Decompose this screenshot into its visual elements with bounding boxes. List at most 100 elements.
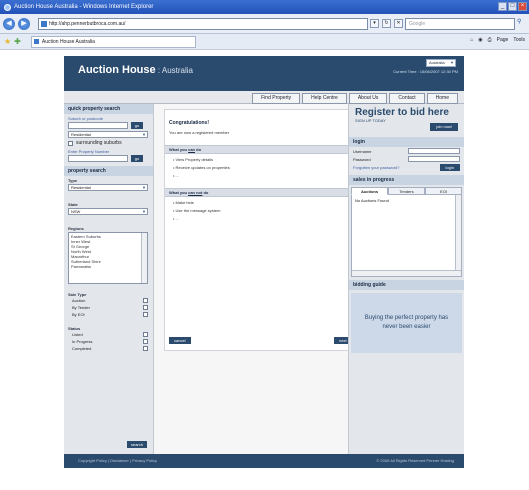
sale-type-auction-checkbox[interactable] bbox=[143, 298, 148, 303]
nav-about-us[interactable]: About Us bbox=[348, 93, 388, 104]
register-title[interactable]: Register to bid here bbox=[349, 104, 464, 118]
logo-region: Australia bbox=[161, 66, 193, 75]
nav-contact[interactable]: Contact bbox=[389, 93, 425, 104]
type-select[interactable]: Residential bbox=[68, 184, 148, 191]
sale-type-tender-label: By Tender bbox=[72, 305, 90, 310]
can-item: View Property details bbox=[165, 154, 357, 162]
stop-icon[interactable]: ✕ bbox=[394, 19, 403, 28]
suburb-label: Suburb or postcode bbox=[68, 116, 103, 121]
can-item: Receive updates on properties bbox=[165, 162, 357, 170]
home-icon[interactable]: ⌂ bbox=[470, 37, 473, 43]
login-button[interactable]: login bbox=[439, 164, 460, 171]
minimize-button[interactable]: _ bbox=[498, 2, 507, 11]
cancel-button[interactable]: cancel bbox=[169, 337, 191, 344]
browser-search-input[interactable]: Google bbox=[405, 18, 515, 30]
bidding-guide-heading: bidding guide bbox=[349, 280, 464, 290]
tools-menu[interactable]: Tools bbox=[513, 37, 525, 43]
nav-find-property[interactable]: Find Property bbox=[252, 93, 301, 104]
sales-list: No Auctions Found bbox=[351, 195, 462, 277]
site-footer: Copyright Policy | Disclaimer | Privacy … bbox=[64, 454, 464, 468]
password-label: Password bbox=[353, 156, 371, 162]
command-bar: ⌂ ◉ ⎙ Page Tools bbox=[470, 37, 525, 43]
sales-vertical-scrollbar[interactable] bbox=[455, 195, 461, 276]
regions-listbox[interactable]: Eastern Suburbs Inner West St George Nor… bbox=[68, 232, 148, 284]
main-nav: Find Property Help Centre About Us Conta… bbox=[64, 91, 464, 104]
maximize-button[interactable]: □ bbox=[508, 2, 517, 11]
status-listed-checkbox[interactable] bbox=[143, 332, 148, 337]
browser-tab[interactable]: Auction House Australia bbox=[30, 35, 196, 48]
forgot-password-link[interactable]: Forgotten your password? bbox=[353, 165, 399, 170]
cannot-item: Make bids bbox=[165, 197, 357, 205]
state-label: State bbox=[68, 202, 78, 207]
status-completed-label: Completed bbox=[72, 346, 92, 351]
window-titlebar: Auction House Australia - Windows Intern… bbox=[0, 0, 529, 14]
forward-button[interactable]: ▶ bbox=[18, 17, 30, 30]
footer-links[interactable]: Copyright Policy | Disclaimer | Privacy … bbox=[78, 454, 157, 468]
refresh-icon[interactable]: ↻ bbox=[382, 19, 391, 28]
cannot-do-heading: What you can not do bbox=[165, 188, 357, 197]
site-logo[interactable]: Auction House : Australia bbox=[78, 64, 193, 76]
sales-tabs: Auctions Tenders EOI bbox=[351, 187, 462, 195]
property-search-heading: property search bbox=[64, 166, 153, 176]
congrats-heading: Congratulations! bbox=[169, 120, 209, 126]
sale-type-eoi-label: By EOI bbox=[72, 312, 85, 317]
suburb-input[interactable] bbox=[68, 122, 128, 129]
sale-type-eoi-checkbox[interactable] bbox=[143, 312, 148, 317]
can-item: ... bbox=[165, 170, 357, 178]
search-button[interactable]: search bbox=[127, 441, 147, 448]
left-sidebar: quick property search Suburb or postcode… bbox=[64, 104, 154, 454]
right-sidebar: Register to bid here SIGN UP TODAY join … bbox=[348, 104, 464, 454]
sales-heading: sales in progress bbox=[349, 175, 464, 185]
sale-type-auction-label: Auction bbox=[72, 298, 86, 303]
favorites-bar: ★ ✚ Auction House Australia ⌂ ◉ ⎙ Page T… bbox=[0, 34, 529, 50]
nav-help-centre[interactable]: Help Centre bbox=[302, 93, 347, 104]
password-input[interactable] bbox=[408, 156, 460, 162]
page-menu[interactable]: Page bbox=[497, 37, 509, 43]
close-button[interactable]: × bbox=[518, 2, 527, 11]
nav-home[interactable]: Home bbox=[426, 93, 458, 104]
property-number-input[interactable] bbox=[68, 155, 128, 162]
bidding-guide-banner[interactable]: Buying the perfect property has never be… bbox=[351, 293, 462, 353]
add-favorite-icon[interactable]: ✚ bbox=[14, 37, 21, 46]
quick-type-select[interactable]: Residential bbox=[68, 131, 148, 138]
status-in-progress-checkbox[interactable] bbox=[143, 339, 148, 344]
username-input[interactable] bbox=[408, 148, 460, 154]
cannot-item: ... bbox=[165, 213, 357, 221]
window-controls: _ □ × bbox=[498, 2, 527, 11]
region-item[interactable]: Parramatta bbox=[71, 264, 145, 269]
footer-copyright: © 2006 All Rights Reserved Penner Hostin… bbox=[376, 458, 454, 463]
region-select[interactable]: Australia bbox=[426, 59, 456, 67]
sale-type-label: Sale Type bbox=[68, 292, 87, 297]
registration-panel: Congratulations! You are now a registere… bbox=[164, 109, 358, 351]
suburb-go-button[interactable]: go bbox=[131, 122, 143, 129]
back-button[interactable]: ◀ bbox=[3, 17, 15, 30]
state-select[interactable]: NSW bbox=[68, 208, 148, 215]
tab-eoi[interactable]: EOI bbox=[425, 187, 462, 195]
sales-horizontal-scrollbar[interactable] bbox=[352, 270, 461, 276]
join-now-button[interactable]: join now! bbox=[430, 123, 458, 131]
feeds-icon[interactable]: ◉ bbox=[478, 37, 482, 43]
print-icon[interactable]: ⎙ bbox=[488, 37, 492, 43]
surrounding-label: surrounding suburbs bbox=[76, 140, 122, 146]
favorites-star-icon[interactable]: ★ bbox=[4, 37, 11, 46]
regions-scrollbar[interactable] bbox=[141, 233, 147, 283]
login-heading: login bbox=[349, 137, 464, 147]
tab-tenders[interactable]: Tenders bbox=[388, 187, 425, 195]
status-label: Status bbox=[68, 326, 81, 331]
property-number-go-button[interactable]: go bbox=[131, 155, 143, 162]
regions-label: Regions bbox=[68, 226, 84, 231]
site-header: Auction House : Australia Australia Curr… bbox=[64, 56, 464, 91]
address-bar-row: ◀ ▶ http://ahp.pennerbutbroca.com.au/ ▾ … bbox=[0, 14, 529, 34]
quick-search-heading: quick property search bbox=[64, 104, 153, 114]
status-completed-checkbox[interactable] bbox=[143, 346, 148, 351]
surrounding-checkbox[interactable] bbox=[68, 140, 73, 146]
site-container: Auction House : Australia Australia Curr… bbox=[64, 56, 464, 468]
status-listed-label: Listed bbox=[72, 332, 83, 337]
tab-auctions[interactable]: Auctions bbox=[351, 187, 388, 195]
search-icon[interactable]: ⚲ bbox=[517, 18, 527, 30]
sale-type-tender-checkbox[interactable] bbox=[143, 305, 148, 310]
dropdown-icon[interactable]: ▾ bbox=[370, 19, 379, 28]
status-in-progress-label: In Progress bbox=[72, 339, 93, 344]
property-number-label: Enter Property Number bbox=[68, 149, 110, 154]
address-field[interactable]: http://ahp.pennerbutbroca.com.au/ bbox=[38, 18, 368, 30]
